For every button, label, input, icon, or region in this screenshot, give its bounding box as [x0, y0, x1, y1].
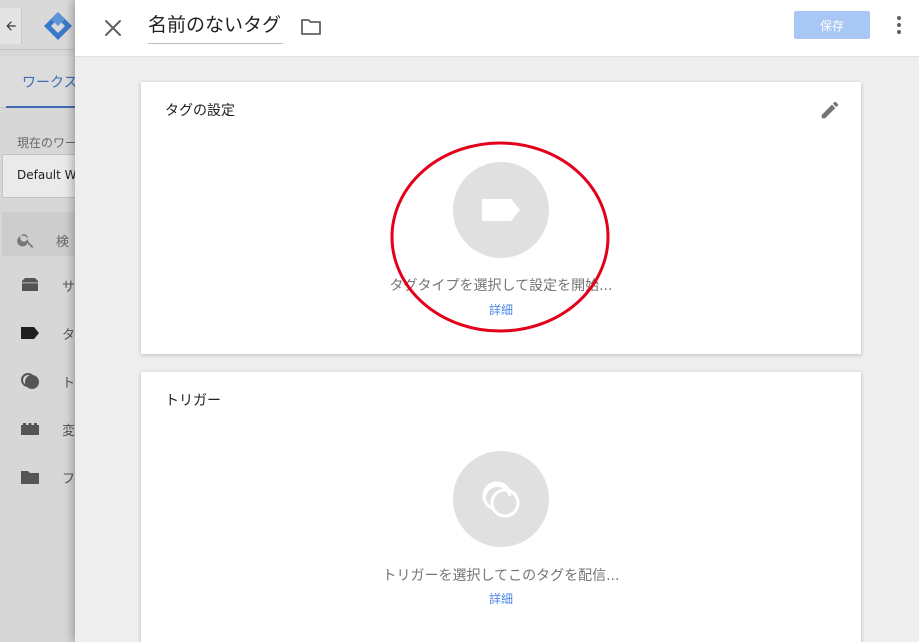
- card-title: タグの設定: [165, 103, 235, 119]
- back-arrow-icon: [5, 21, 16, 31]
- choose-tag-type-button[interactable]: [453, 162, 549, 258]
- sidebar-item-label: ト: [62, 375, 76, 391]
- tag-name-text: 名前のないタグ: [148, 14, 282, 36]
- trigger-icon: [482, 481, 520, 518]
- save-button[interactable]: 保存: [794, 11, 870, 39]
- overview-icon: [22, 278, 38, 291]
- tag-detail-link[interactable]: 詳細: [141, 301, 861, 318]
- trigger-prompt[interactable]: トリガーを選択してこのタグを配信...: [141, 565, 861, 585]
- sidebar-item-label: フ: [62, 471, 76, 487]
- folder-outline-icon: [301, 19, 321, 35]
- tag-type-prompt[interactable]: タグタイプを選択して設定を開始...: [141, 275, 861, 295]
- search-label: 検: [56, 234, 70, 250]
- sidebar-item-label: 変: [62, 423, 76, 439]
- pencil-icon: [821, 101, 839, 119]
- variables-icon: [21, 423, 39, 435]
- triggering-card: トリガー トリガーを選択してこのタグを配信... 詳細: [141, 372, 861, 642]
- gtm-logo-icon: [44, 12, 72, 40]
- folder-button[interactable]: [299, 15, 323, 39]
- search-icon: [17, 234, 34, 248]
- more-dot-icon: [897, 23, 901, 27]
- trigger-icon: [21, 373, 39, 389]
- background-sidebar: 現在のワー Default Wo 検 サ タ ト 変 フ: [0, 108, 92, 642]
- tag-editor-panel: 名前のないタグ 保存 タグの設定 タグタイプを選択して設定を開始... 詳細 ト…: [75, 0, 919, 642]
- close-button[interactable]: [97, 12, 129, 44]
- edit-button[interactable]: [819, 99, 841, 121]
- card-title: トリガー: [165, 393, 221, 409]
- more-dot-icon: [897, 30, 901, 34]
- tag-icon: [482, 199, 520, 221]
- tag-name-field[interactable]: 名前のないタグ: [148, 10, 284, 44]
- workspace-label: 現在のワー: [17, 136, 78, 150]
- sidebar-item-variables[interactable]: 変: [20, 417, 80, 441]
- sidebar-item-label: タ: [62, 327, 76, 343]
- sidebar-item-triggers[interactable]: ト: [20, 369, 80, 393]
- tag-configuration-card: タグの設定 タグタイプを選択して設定を開始... 詳細: [141, 82, 861, 354]
- folder-icon: [21, 471, 39, 484]
- sidebar-item-folders[interactable]: フ: [20, 465, 80, 489]
- tag-icon: [21, 327, 39, 339]
- more-options-button[interactable]: [887, 12, 911, 38]
- tab-workspace[interactable]: ワークス: [6, 56, 86, 108]
- more-dot-icon: [897, 16, 901, 20]
- trigger-detail-link[interactable]: 詳細: [141, 590, 861, 607]
- sidebar-item-label: サ: [62, 279, 76, 295]
- close-icon: [105, 20, 121, 36]
- sidebar-item-overview[interactable]: サ: [20, 273, 80, 297]
- sidebar-item-tags[interactable]: タ: [20, 321, 80, 345]
- choose-trigger-button[interactable]: [453, 451, 549, 547]
- back-button[interactable]: [0, 8, 22, 44]
- panel-header: 名前のないタグ 保存: [75, 0, 919, 57]
